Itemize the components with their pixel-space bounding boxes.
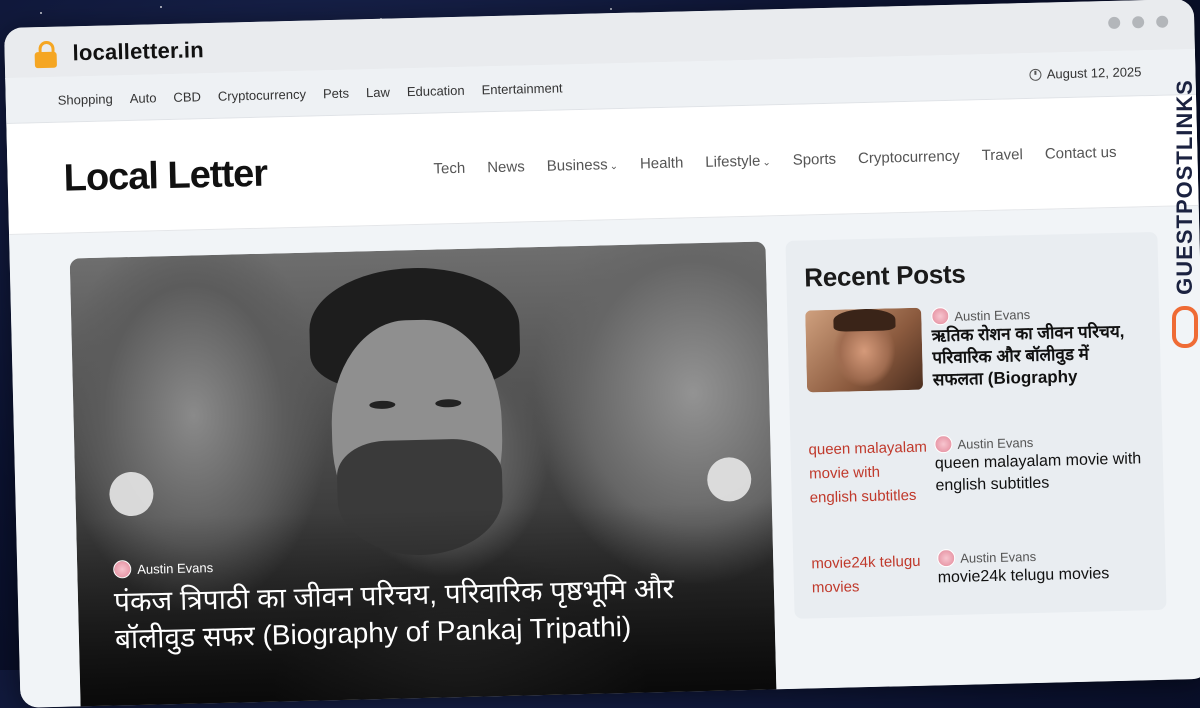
post-thumbnail[interactable]	[805, 307, 924, 393]
top-nav-education[interactable]: Education	[407, 83, 465, 99]
nav-cryptocurrency[interactable]: Cryptocurrency	[858, 148, 960, 167]
top-nav-entertainment[interactable]: Entertainment	[481, 80, 562, 97]
main-nav: Tech News Business ⌄ Health Lifestyle ⌄ Sp…	[433, 144, 1116, 178]
avatar	[113, 560, 132, 579]
nav-tech[interactable]: Tech	[433, 160, 465, 178]
list-item[interactable]: queen malayalam movie with english subti…	[808, 430, 1148, 506]
hero-slider[interactable]: Austin Evans पंकज त्रिपाठी का जीवन परिचय…	[69, 241, 777, 708]
post-author[interactable]: Austin Evans	[934, 433, 1034, 454]
nav-news[interactable]: News	[487, 158, 525, 176]
nav-label: Lifestyle	[705, 152, 761, 171]
watermark-text: GUESTPOSTLINKS	[1172, 79, 1197, 295]
nav-contact-us[interactable]: Contact us	[1045, 144, 1117, 163]
post-title[interactable]: queen malayalam movie with english subti…	[935, 448, 1146, 497]
chevron-down-icon: ⌄	[609, 161, 619, 173]
list-item[interactable]: Austin Evans ऋतिक रोशन का जीवन परिचय, पर…	[805, 302, 1145, 393]
slider-next-button[interactable]	[706, 456, 752, 502]
nav-business[interactable]: Business ⌄	[546, 156, 619, 175]
date-text: August 12, 2025	[1046, 64, 1142, 82]
broken-image-alt[interactable]: movie24k telugu movies	[811, 550, 932, 601]
author-name: Austin Evans	[960, 548, 1037, 566]
post-title[interactable]: movie24k telugu movies	[937, 562, 1147, 589]
top-nav: Shopping Auto CBD Cryptocurrency Pets La…	[58, 80, 563, 107]
chevron-down-icon: ⌄	[762, 157, 771, 169]
nav-label: Sports	[792, 150, 837, 169]
nav-label: Travel	[981, 146, 1024, 165]
nav-label: News	[487, 158, 525, 177]
window-dot-icon[interactable]	[1156, 15, 1169, 28]
avatar	[931, 306, 950, 326]
top-nav-auto[interactable]: Auto	[130, 90, 157, 106]
browser-window: localletter.in Shopping Auto CBD Cryptoc…	[4, 0, 1200, 708]
hero-author[interactable]: Austin Evans	[113, 558, 214, 579]
top-nav-shopping[interactable]: Shopping	[58, 91, 113, 107]
window-dot-icon[interactable]	[1132, 16, 1145, 29]
nav-travel[interactable]: Travel	[982, 146, 1024, 164]
site-logo[interactable]: Local Letter	[63, 153, 267, 201]
window-dot-icon[interactable]	[1108, 16, 1121, 30]
current-date: August 12, 2025	[1029, 64, 1142, 82]
slider-prev-button[interactable]	[108, 471, 154, 517]
top-nav-pets[interactable]: Pets	[323, 86, 349, 102]
author-name: Austin Evans	[954, 306, 1031, 324]
avatar	[934, 434, 953, 454]
top-nav-cryptocurrency[interactable]: Cryptocurrency	[218, 87, 306, 104]
avatar	[937, 548, 956, 568]
web-page: Shopping Auto CBD Cryptocurrency Pets La…	[5, 48, 1200, 708]
link-icon	[1172, 306, 1198, 348]
nav-label: Health	[639, 154, 684, 173]
nav-sports[interactable]: Sports	[793, 151, 837, 169]
hero-author-name: Austin Evans	[137, 559, 214, 577]
window-controls	[1108, 15, 1169, 30]
top-nav-law[interactable]: Law	[366, 85, 390, 101]
nav-label: Contact us	[1044, 143, 1117, 163]
top-nav-cbd[interactable]: CBD	[173, 89, 201, 105]
nav-label: Cryptocurrency	[857, 147, 960, 168]
hero-title[interactable]: पंकज त्रिपाठी का जीवन परिचय, परिवारिक पृ…	[114, 568, 756, 658]
recent-posts-widget: Recent Posts Austin Evans ऋतिक रोशन का ज…	[785, 231, 1167, 619]
post-title[interactable]: ऋतिक रोशन का जीवन परिचय, परिवारिक और बॉल…	[932, 320, 1144, 391]
clock-icon	[1029, 68, 1042, 81]
recent-posts-heading: Recent Posts	[803, 258, 966, 293]
guestpostlinks-watermark: GUESTPOSTLINKS	[1172, 56, 1198, 356]
list-item[interactable]: movie24k telugu movies Austin Evans movi…	[811, 544, 1151, 596]
lock-icon	[34, 40, 57, 69]
nav-lifestyle[interactable]: Lifestyle ⌄	[705, 152, 771, 171]
nav-health[interactable]: Health	[640, 154, 684, 172]
author-name: Austin Evans	[957, 434, 1034, 452]
address-bar-url[interactable]: localletter.in	[72, 37, 204, 66]
nav-label: Business	[546, 156, 608, 175]
broken-image-alt[interactable]: queen malayalam movie with english subti…	[808, 436, 930, 511]
nav-label: Tech	[433, 159, 466, 178]
